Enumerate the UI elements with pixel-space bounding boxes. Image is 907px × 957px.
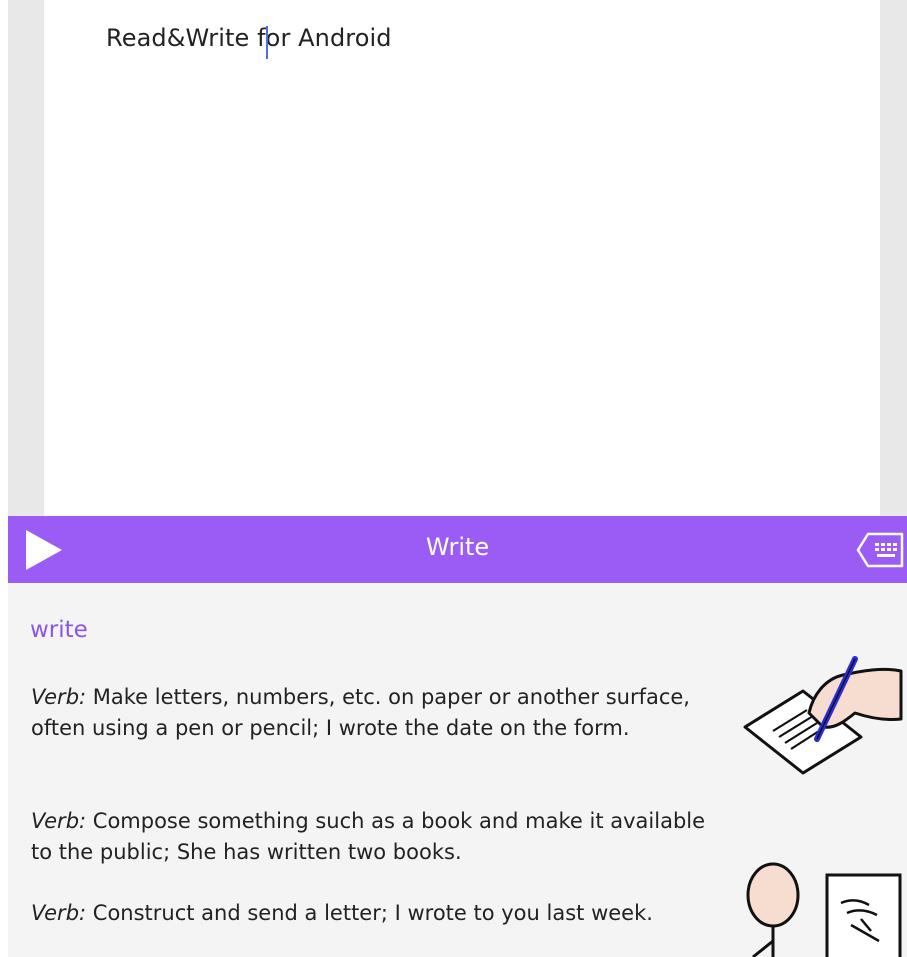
dictionary-panel: write Verb: Make letters, numbers, etc. … — [8, 583, 907, 957]
headword: write — [30, 617, 88, 643]
right-gutter — [880, 0, 907, 516]
left-gutter — [8, 0, 44, 516]
part-of-speech: Verb: — [31, 901, 87, 925]
writing-hand-icon — [743, 656, 903, 775]
definition-text: Compose something such as a book and mak… — [31, 809, 706, 864]
keyboard-button[interactable] — [856, 532, 906, 568]
person-with-letter-icon — [746, 862, 902, 957]
definition-1: Verb: Make letters, numbers, etc. on pap… — [31, 682, 721, 744]
definition-text: Construct and send a letter; I wrote to … — [86, 901, 653, 925]
definition-3: Verb: Construct and send a letter; I wro… — [31, 898, 721, 929]
dictionary-toolbar: Write — [8, 516, 907, 583]
part-of-speech: Verb: — [31, 685, 87, 709]
definition-2: Verb: Compose something such as a book a… — [31, 806, 721, 868]
document-area[interactable]: Read&Write for Android — [44, 0, 880, 516]
toolbar-title: Write — [425, 533, 490, 561]
part-of-speech: Verb: — [31, 809, 87, 833]
document-text[interactable]: Read&Write for Android — [106, 24, 392, 52]
text-caret — [266, 26, 268, 59]
keyboard-icon — [856, 532, 904, 568]
definition-text: Make letters, numbers, etc. on paper or … — [31, 685, 690, 740]
